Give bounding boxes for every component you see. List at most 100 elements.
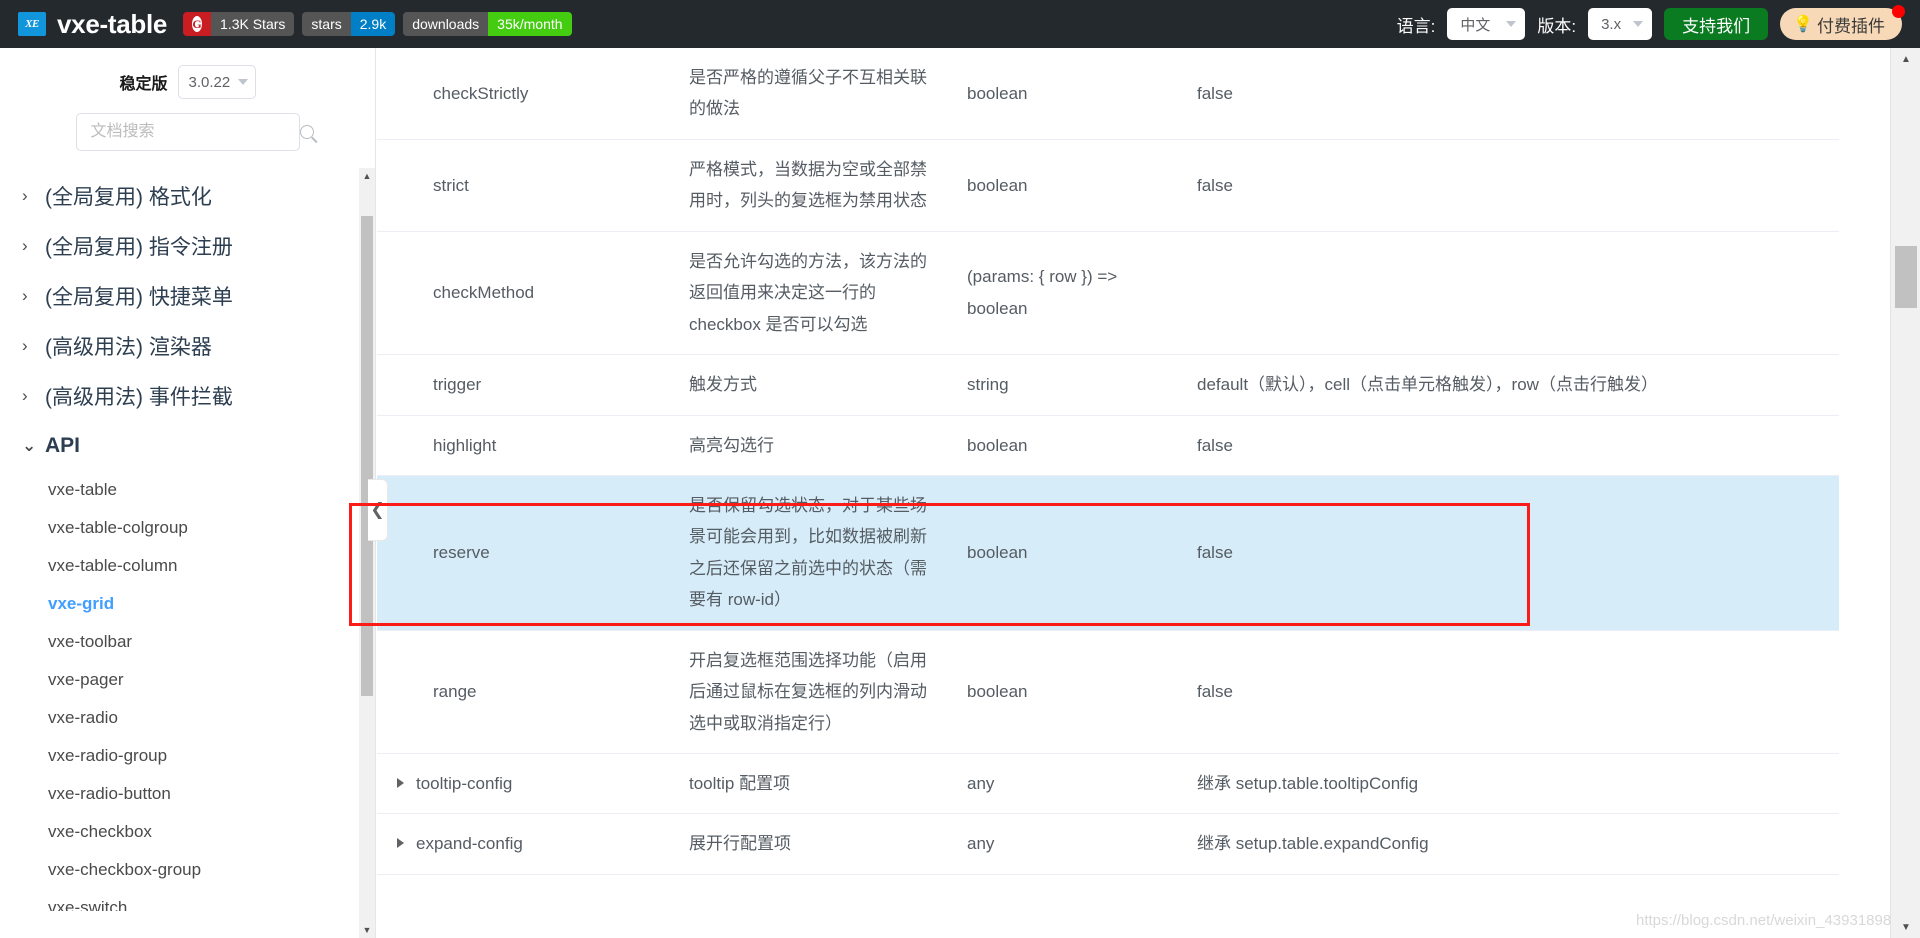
version-label: 版本: <box>1537 12 1576 37</box>
expand-row-icon[interactable] <box>397 838 404 848</box>
lightbulb-icon: 💡 <box>1793 14 1813 34</box>
stable-version-row: 稳定版 3.0.22 <box>0 65 375 99</box>
row-default: default（默认），cell（点击单元格触发），row（点击行触发） <box>1155 355 1839 415</box>
row-type: any <box>955 814 1155 874</box>
row-type: boolean <box>955 415 1155 475</box>
sidebar-group-format[interactable]: › (全局复用) 格式化 <box>0 171 375 221</box>
table-row-highlighted[interactable]: reserve 是否保留勾选状态，对于某些场景可能会用到，比如数据被刷新之后还保… <box>377 475 1839 630</box>
sidebar-item-vxe-radio[interactable]: vxe-radio <box>0 699 375 737</box>
table-row[interactable]: trigger 触发方式 string default（默认），cell（点击单… <box>377 355 1839 415</box>
downloads-badge-value: 35k/month <box>488 12 571 36</box>
api-attributes-table: checkStrictly 是否严格的遵循父子不互相关联的做法 boolean … <box>377 48 1839 875</box>
sidebar-group-interceptor[interactable]: › (高级用法) 事件拦截 <box>0 371 375 421</box>
sidebar-item-vxe-switch[interactable]: vxe-switch <box>0 889 375 911</box>
sidebar-item-label: vxe-table <box>48 480 117 500</box>
api-content-area: checkStrictly 是否严格的遵循父子不互相关联的做法 boolean … <box>377 48 1890 938</box>
table-row[interactable]: checkMethod 是否允许勾选的方法，该方法的返回值用来决定这一行的 ch… <box>377 231 1839 354</box>
expand-row-icon[interactable] <box>397 778 404 788</box>
sidebar-item-vxe-checkbox[interactable]: vxe-checkbox <box>0 813 375 851</box>
doc-search-box[interactable] <box>76 113 300 151</box>
row-desc: 展开行配置项 <box>677 814 955 874</box>
sidebar-item-vxe-table[interactable]: vxe-table <box>0 471 375 509</box>
sidebar-item-vxe-radio-group[interactable]: vxe-radio-group <box>0 737 375 775</box>
row-default: 继承 setup.table.tooltipConfig <box>1155 754 1839 814</box>
row-default: 继承 setup.table.expandConfig <box>1155 814 1839 874</box>
row-default: false <box>1155 475 1839 630</box>
gitee-stars-badge[interactable]: G 1.3K Stars <box>183 12 294 36</box>
row-desc: 是否严格的遵循父子不互相关联的做法 <box>677 48 955 139</box>
table-row[interactable]: highlight 高亮勾选行 boolean false <box>377 415 1839 475</box>
page-scroll-up-icon[interactable]: ▲ <box>1891 48 1920 70</box>
sidebar-group-label: (高级用法) 事件拦截 <box>45 381 233 411</box>
row-type: boolean <box>955 475 1155 630</box>
stable-version-value: 3.0.22 <box>189 74 231 91</box>
sidebar-item-vxe-checkbox-group[interactable]: vxe-checkbox-group <box>0 851 375 889</box>
table-row[interactable]: tooltip-config tooltip 配置项 any 继承 setup.… <box>377 754 1839 814</box>
sidebar-collapse-handle[interactable]: ❮ <box>368 479 388 541</box>
sidebar-group-label: (高级用法) 渲染器 <box>45 331 212 361</box>
sidebar-group-contextmenu[interactable]: › (全局复用) 快捷菜单 <box>0 271 375 321</box>
sidebar-group-label: (全局复用) 指令注册 <box>45 231 233 261</box>
page-scrollbar[interactable]: ▲ ▼ <box>1890 48 1920 938</box>
sidebar-item-vxe-grid[interactable]: vxe-grid <box>0 585 375 623</box>
page-scroll-down-icon[interactable]: ▼ <box>1891 916 1920 938</box>
sidebar-group-api[interactable]: ⌄ API <box>0 421 375 471</box>
sidebar-scroll-down-icon[interactable]: ▼ <box>359 922 375 938</box>
sidebar-item-label: vxe-radio-button <box>48 784 171 804</box>
sidebar-item-vxe-radio-button[interactable]: vxe-radio-button <box>0 775 375 813</box>
version-select[interactable]: 3.x <box>1588 8 1652 40</box>
sidebar-item-vxe-table-column[interactable]: vxe-table-column <box>0 547 375 585</box>
sidebar-scrollbar[interactable]: ▲ ▼ <box>359 168 375 938</box>
stars-badge-key: stars <box>302 12 350 36</box>
search-input[interactable] <box>89 122 300 142</box>
row-type: (params: { row }) => boolean <box>955 231 1155 354</box>
paid-plugin-label: 付费插件 <box>1817 12 1885 37</box>
table-row[interactable]: range 开启复选框范围选择功能（启用后通过鼠标在复选框的列内滑动选中或取消指… <box>377 630 1839 753</box>
chevron-down-icon: ⌄ <box>22 436 36 456</box>
sidebar-item-vxe-pager[interactable]: vxe-pager <box>0 661 375 699</box>
brand-logo-icon: XE <box>18 12 46 36</box>
sidebar: 稳定版 3.0.22 › (全局复用) 格式化 › (全局复用) 指令注册 › … <box>0 48 376 938</box>
row-name-expandable[interactable]: tooltip-config <box>377 754 677 814</box>
row-desc: 是否允许勾选的方法，该方法的返回值用来决定这一行的 checkbox 是否可以勾… <box>677 231 955 354</box>
row-default <box>1155 231 1839 354</box>
sidebar-scroll-up-icon[interactable]: ▲ <box>359 168 375 184</box>
page-scrollbar-thumb[interactable] <box>1895 246 1917 308</box>
sidebar-group-label: (全局复用) 快捷菜单 <box>45 281 233 311</box>
table-row[interactable]: strict 严格模式，当数据为空或全部禁用时，列头的复选框为禁用状态 bool… <box>377 139 1839 231</box>
sidebar-item-label: vxe-pager <box>48 670 124 690</box>
header-controls: 语言: 中文 版本: 3.x 支持我们 💡 付费插件 <box>1397 8 1902 40</box>
chevron-right-icon: › <box>22 286 36 306</box>
row-name: expand-config <box>416 834 523 853</box>
row-name: range <box>377 630 677 753</box>
sidebar-item-label: vxe-table-colgroup <box>48 518 188 538</box>
paid-plugin-button[interactable]: 💡 付费插件 <box>1780 8 1902 40</box>
table-row[interactable]: expand-config 展开行配置项 any 继承 setup.table.… <box>377 814 1839 874</box>
search-icon[interactable] <box>300 125 314 139</box>
gitee-stars-label: 1.3K Stars <box>211 12 294 36</box>
row-type: boolean <box>955 630 1155 753</box>
chevron-down-icon <box>1506 21 1516 27</box>
brand-title: vxe-table <box>57 9 167 40</box>
chevron-right-icon: › <box>22 386 36 406</box>
sidebar-group-label: API <box>45 434 80 458</box>
downloads-badge[interactable]: downloads 35k/month <box>403 12 571 36</box>
sidebar-scrollbar-thumb[interactable] <box>361 216 373 696</box>
language-select[interactable]: 中文 <box>1447 8 1525 40</box>
row-name-expandable[interactable]: expand-config <box>377 814 677 874</box>
sidebar-item-vxe-table-colgroup[interactable]: vxe-table-colgroup <box>0 509 375 547</box>
chevron-right-icon: › <box>22 336 36 356</box>
table-row[interactable]: checkStrictly 是否严格的遵循父子不互相关联的做法 boolean … <box>377 48 1839 139</box>
sidebar-item-vxe-toolbar[interactable]: vxe-toolbar <box>0 623 375 661</box>
chevron-down-icon <box>238 79 248 85</box>
chevron-down-icon <box>1633 21 1643 27</box>
stars-badge[interactable]: stars 2.9k <box>302 12 395 36</box>
sidebar-group-renderer[interactable]: › (高级用法) 渲染器 <box>0 321 375 371</box>
stable-version-select[interactable]: 3.0.22 <box>178 65 256 99</box>
row-name: trigger <box>377 355 677 415</box>
sidebar-group-directive[interactable]: › (全局复用) 指令注册 <box>0 221 375 271</box>
support-us-button[interactable]: 支持我们 <box>1664 8 1768 40</box>
row-name: highlight <box>377 415 677 475</box>
chevron-left-icon: ❮ <box>370 500 384 520</box>
row-default: false <box>1155 630 1839 753</box>
